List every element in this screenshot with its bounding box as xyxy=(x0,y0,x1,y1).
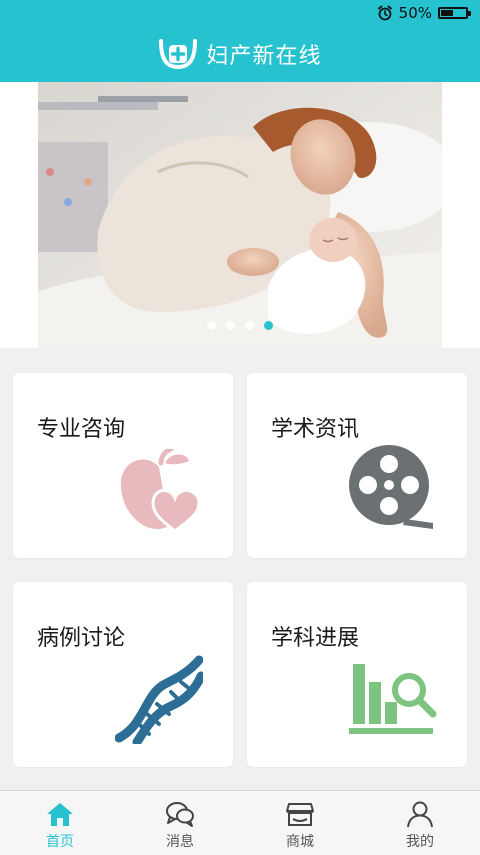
feature-grid: 专业咨询 学术资讯 病例讨论 学科进展 xyxy=(0,348,480,790)
card-consultation[interactable]: 专业咨询 xyxy=(13,373,233,558)
banner-area xyxy=(0,82,480,348)
tab-home[interactable]: 首页 xyxy=(0,791,120,855)
dna-icon xyxy=(115,655,203,744)
carousel-dot[interactable] xyxy=(264,321,273,330)
uterus-plus-logo-icon xyxy=(159,39,198,70)
alarm-clock-icon xyxy=(377,5,392,21)
home-icon xyxy=(47,803,73,826)
battery-icon xyxy=(438,7,471,19)
tab-label: 消息 xyxy=(166,834,194,850)
card-title: 学术资讯 xyxy=(271,417,360,442)
tab-label: 商城 xyxy=(286,834,314,850)
carousel-dots xyxy=(38,321,442,330)
card-title: 学科进展 xyxy=(271,626,360,651)
mother-and-newborn-photo xyxy=(38,82,442,348)
status-indicators: 50% xyxy=(377,3,471,23)
user-icon xyxy=(407,801,433,828)
bottom-tab-bar: 首页 消息 商城 我的 xyxy=(0,790,480,855)
chat-bubbles-icon xyxy=(166,802,194,827)
carousel-dot[interactable] xyxy=(207,321,216,330)
battery-percent: 50% xyxy=(398,4,432,22)
tab-messages[interactable]: 消息 xyxy=(120,791,240,855)
tab-label: 首页 xyxy=(46,834,74,850)
carousel-dot[interactable] xyxy=(245,321,254,330)
carousel-dot[interactable] xyxy=(226,321,235,330)
shop-icon xyxy=(286,803,314,826)
tab-label: 我的 xyxy=(406,834,434,850)
apple-heart-icon xyxy=(120,449,201,533)
card-discipline-progress[interactable]: 学科进展 xyxy=(247,582,467,767)
tab-shop[interactable]: 商城 xyxy=(240,791,360,855)
card-case-discussion[interactable]: 病例讨论 xyxy=(13,582,233,767)
card-title: 专业咨询 xyxy=(37,417,126,442)
battery-level xyxy=(441,10,453,16)
bar-chart-search-icon xyxy=(349,664,437,734)
card-title: 病例讨论 xyxy=(37,626,126,651)
app-title: 妇产新在线 xyxy=(206,44,322,69)
app-header: 妇产新在线 xyxy=(0,26,480,82)
film-reel-icon xyxy=(349,445,433,529)
status-bar: 50% xyxy=(0,0,480,26)
card-academic-news[interactable]: 学术资讯 xyxy=(247,373,467,558)
banner-carousel[interactable] xyxy=(38,82,442,348)
tab-profile[interactable]: 我的 xyxy=(360,791,480,855)
